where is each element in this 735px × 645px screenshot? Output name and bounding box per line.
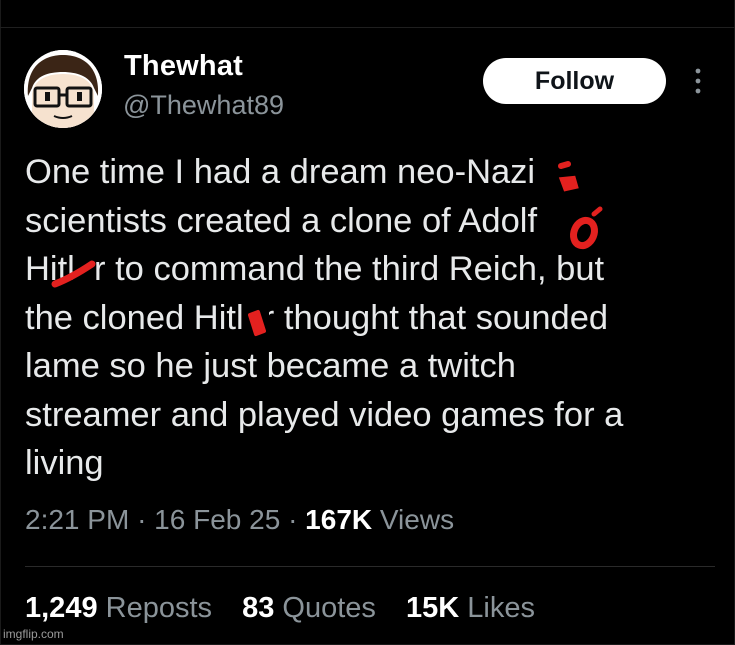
watermark: imgflip.com	[3, 627, 64, 641]
views-count[interactable]: 167K	[305, 504, 372, 535]
tweet-line: scientists created a clone of Adolf	[25, 201, 538, 240]
likes-count: 15K	[405, 592, 460, 624]
engagement-stats: 1,249 Reposts 83 Quotes 15K Likes	[25, 592, 557, 625]
quotes-stat[interactable]: 83 Quotes	[242, 592, 376, 624]
quotes-label: Quotes	[282, 592, 376, 624]
meta-separator: ·	[288, 504, 298, 535]
avatar[interactable]	[24, 50, 102, 128]
reposts-count: 1,249	[25, 592, 98, 624]
meta-separator: ·	[137, 504, 147, 535]
follow-button[interactable]: Follow	[483, 58, 666, 104]
stats-divider	[25, 566, 715, 567]
tweet-line: the cloned Hitler thought that sounded	[25, 298, 609, 337]
reposts-stat[interactable]: 1,249 Reposts	[25, 592, 212, 624]
views-label[interactable]: Views	[380, 504, 454, 535]
tweet-date[interactable]: 16 Feb 25	[154, 504, 280, 535]
tweet-line: living	[25, 444, 104, 482]
avatar-drawing	[24, 50, 102, 128]
likes-stat[interactable]: 15K Likes	[406, 592, 535, 624]
tweet-meta: 2:21 PM · 16 Feb 25 · 167K Views	[25, 504, 454, 536]
tweet-line: One time I had a dream neo-Nazi	[25, 153, 536, 191]
top-divider	[0, 27, 735, 28]
reposts-label: Reposts	[105, 592, 213, 624]
tweet-time[interactable]: 2:21 PM	[25, 504, 129, 535]
user-handle[interactable]: @Thewhat89	[123, 90, 284, 121]
more-vertical-icon[interactable]	[688, 66, 708, 96]
tweet-line: streamer and played video games for a	[25, 395, 624, 434]
tweet-text: One time I had a dream neo-Nazi scientis…	[25, 148, 725, 488]
likes-label: Likes	[467, 592, 535, 624]
display-name[interactable]: Thewhat	[124, 50, 243, 83]
tweet-line: Hitler to command the third Reich, but	[25, 250, 605, 288]
tweet-line: lame so he just became a twitch	[25, 347, 516, 385]
quotes-count: 83	[242, 592, 275, 624]
